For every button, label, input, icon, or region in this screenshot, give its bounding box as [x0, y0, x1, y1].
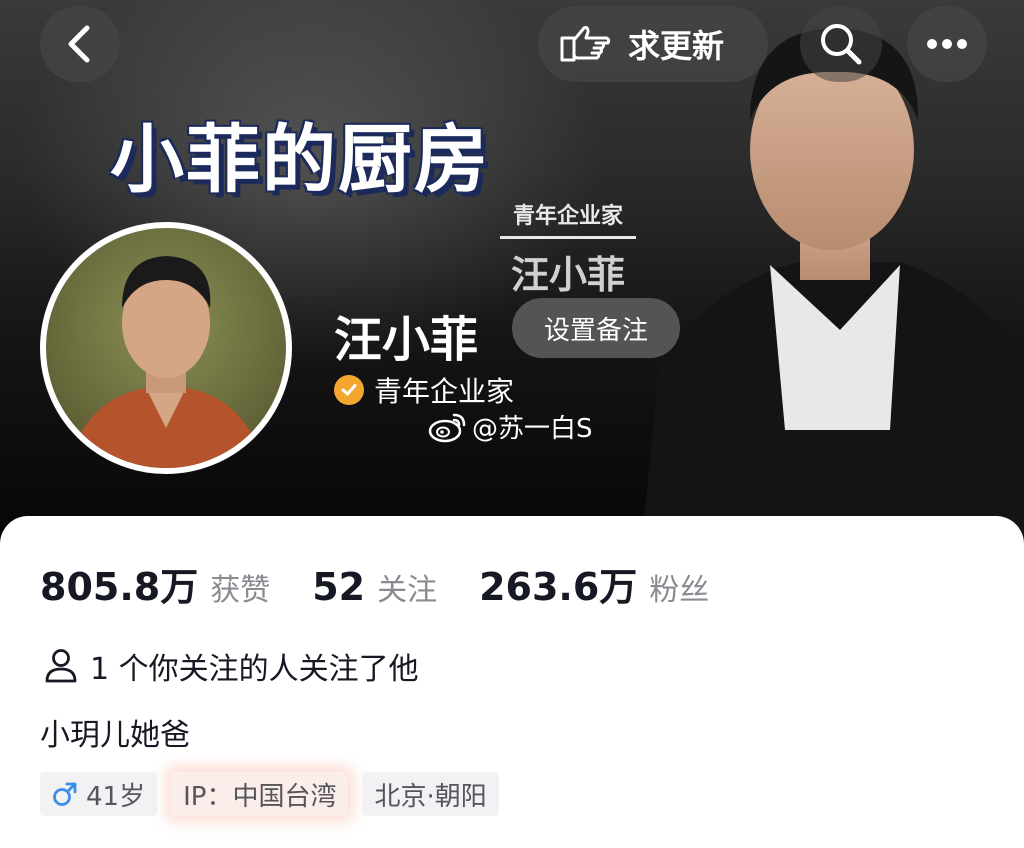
verification-row: 青年企业家	[334, 370, 514, 410]
person-icon	[45, 649, 77, 683]
following-count[interactable]: 52	[312, 565, 365, 609]
city-text: 北京·朝阳	[374, 781, 487, 812]
cover-subtitle: 青年企业家	[500, 198, 636, 239]
request-update-label: 求更新	[628, 27, 725, 65]
avatar-image	[66, 256, 266, 468]
verified-check-icon	[334, 375, 364, 405]
chevron-left-icon	[68, 25, 90, 63]
likes-count: 805.8万	[40, 565, 199, 609]
age-text: 41岁	[86, 781, 146, 812]
city-tag: 北京·朝阳	[362, 772, 499, 816]
more-dots-icon	[927, 39, 967, 49]
followers-count[interactable]: 263.6万	[479, 556, 637, 611]
followers-label[interactable]: 粉丝	[649, 565, 709, 609]
profile-info-card: 805.8万 获赞 52 关注 263.6万 粉丝 1 个你关注的人关注了他 小…	[0, 516, 1024, 848]
more-button[interactable]	[907, 6, 987, 82]
profile-banner: 小菲的厨房 青年企业家 汪小菲 求更新 汪小菲 设置备注 青年企业家 @苏一白S	[0, 0, 1024, 560]
search-button[interactable]	[800, 6, 882, 82]
pointing-hand-icon	[560, 26, 611, 62]
mutual-follow-row[interactable]: 1 个你关注的人关注了他	[44, 644, 419, 688]
profile-name: 汪小菲	[334, 312, 479, 368]
search-icon	[821, 24, 862, 65]
age-tag: 41岁	[40, 772, 158, 816]
weibo-watermark: @苏一白S	[428, 408, 593, 445]
avatar[interactable]	[40, 222, 292, 474]
weibo-logo-icon	[428, 413, 466, 442]
set-remark-button[interactable]: 设置备注	[512, 298, 680, 358]
request-update-button[interactable]: 求更新	[538, 6, 768, 82]
ip-location-text: IP：中国台湾	[183, 781, 337, 812]
profile-bio: 小玥儿她爸	[40, 718, 190, 753]
profile-tags: 41岁 IP：中国台湾 北京·朝阳	[40, 772, 499, 816]
watermark-text: @苏一白S	[472, 414, 593, 444]
back-button[interactable]	[40, 6, 120, 82]
male-symbol-icon	[53, 782, 77, 806]
cover-person-image	[640, 28, 1024, 560]
following-label[interactable]: 关注	[377, 565, 437, 609]
cover-title: 小菲的厨房	[110, 117, 490, 203]
cover-name: 汪小菲	[510, 253, 625, 297]
verification-text: 青年企业家	[374, 375, 515, 408]
mutual-follow-text: 1 个你关注的人关注了他	[90, 652, 419, 687]
likes-label: 获赞	[210, 573, 271, 608]
ip-location-tag: IP：中国台湾	[171, 772, 349, 816]
stats-row: 805.8万 获赞 52 关注 263.6万 粉丝	[40, 556, 751, 611]
